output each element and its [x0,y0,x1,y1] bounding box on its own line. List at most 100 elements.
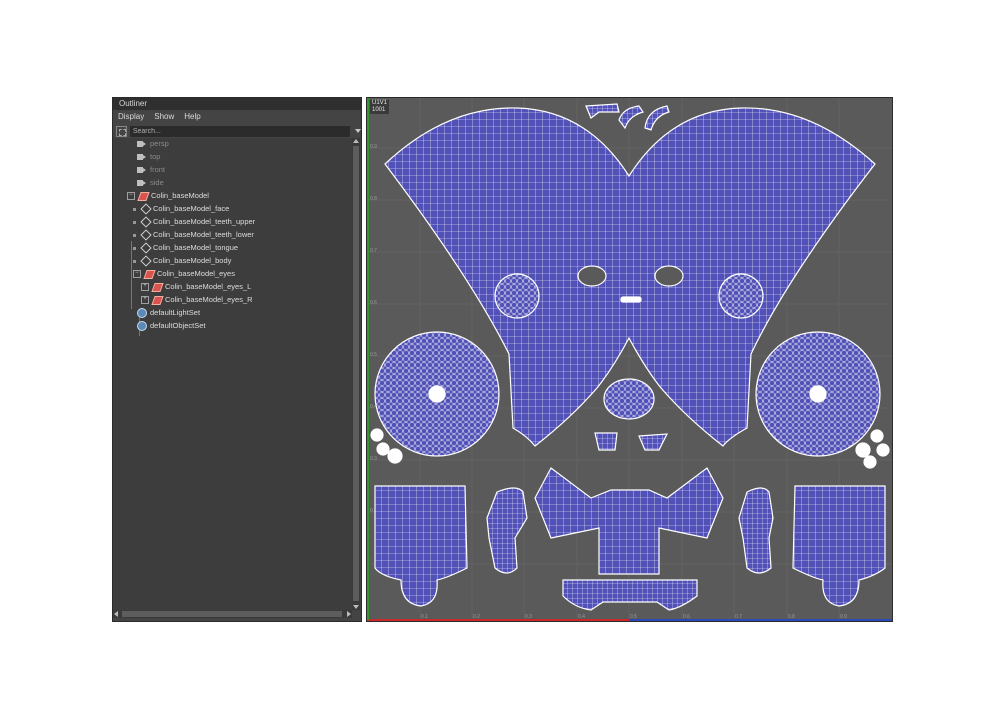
item-label: Colin_baseModel_body [153,256,232,265]
list-item[interactable]: − Colin_baseModel_eyes [133,268,235,280]
uv-shell-ear-right [718,273,764,319]
search-input[interactable] [129,125,350,137]
item-label: Colin_baseModel [151,191,209,200]
list-item[interactable]: − Colin_baseModel [127,190,209,202]
tree-dot-icon [133,246,136,250]
menu-help[interactable]: Help [184,110,200,124]
uv-shell-mouth [620,296,642,303]
group-icon [138,191,148,201]
uv-shell-teeth-lower [638,433,669,451]
list-item[interactable]: Colin_baseModel_face [133,203,229,215]
mesh-icon [140,217,150,227]
v-tick: 0.7 [370,248,377,254]
item-label: Colin_baseModel_eyes_L [165,282,252,291]
menu-display[interactable]: Display [118,110,144,124]
v-tick: 0.6 [370,300,377,306]
group-icon [152,282,162,292]
v-axis-ticks: 0.9 0.8 0.7 0.6 0.5 0.4 0.3 0.2 [370,144,377,514]
uv-shell-eyebrow-right-b [644,105,670,131]
item-label: top [150,152,161,161]
mesh-icon [140,256,150,266]
expand-icon[interactable]: + [141,283,149,291]
uv-shell-pupil-left [428,385,446,403]
list-item[interactable]: front [137,164,165,176]
outliner-tree: persp top front side − Colin_baseModel C… [113,138,352,610]
uv-shell-nose [603,378,655,420]
uv-shell-pupil-right [809,385,827,403]
list-item[interactable]: + Colin_baseModel_eyes_L [141,281,251,293]
object-set-icon [137,308,147,318]
list-item[interactable]: defaultLightSet [137,307,200,319]
uv-tile-label: U1V1 1001 [370,100,390,114]
uv-shell-cornea [863,455,877,469]
list-item[interactable]: Colin_baseModel_teeth_upper [133,216,255,228]
uv-shell-cornea [370,428,384,442]
item-label: Colin_baseModel_teeth_lower [153,230,254,239]
tree-dot-icon [133,207,136,211]
list-item[interactable]: persp [137,138,169,150]
uv-tile-name: U1V1 [372,100,388,106]
scroll-left-icon[interactable] [114,611,118,617]
collapse-icon[interactable]: − [127,192,135,200]
uv-shell-eye-hole-left [577,265,607,287]
uv-shell-leg-left [374,485,468,607]
object-set-icon [137,321,147,331]
item-label: front [150,165,166,174]
uv-shell-ear-left [494,273,540,319]
scroll-thumb[interactable] [353,146,359,601]
list-item[interactable]: side [137,177,164,189]
item-label: defaultLightSet [150,308,201,317]
uv-shell-cornea [376,442,390,456]
list-item[interactable]: Colin_baseModel_teeth_lower [133,229,254,241]
scroll-thumb[interactable] [122,611,342,617]
tree-dot-icon [133,233,136,237]
list-item[interactable]: + Colin_baseModel_eyes_R [141,294,253,306]
item-label: Colin_baseModel_tongue [153,243,239,252]
item-label: persp [150,139,169,148]
group-icon [152,295,162,305]
camera-icon [137,165,147,175]
vertical-scrollbar[interactable] [352,138,360,610]
item-label: Colin_baseModel_teeth_upper [153,217,256,226]
item-label: side [150,178,164,187]
item-label: defaultObjectSet [150,321,206,330]
uv-editor-viewport[interactable]: 0.9 0.8 0.7 0.6 0.5 0.4 0.3 0.2 0.1 0.2 … [366,97,893,622]
camera-icon [137,178,147,188]
uv-shell-cornea [855,442,871,458]
uv-shell-hand-left [486,487,528,574]
list-item[interactable]: top [137,151,160,163]
outliner-menubar: Display Show Help [113,110,361,124]
uv-canvas[interactable]: 0.9 0.8 0.7 0.6 0.5 0.4 0.3 0.2 0.1 0.2 … [367,98,892,621]
mesh-icon [140,243,150,253]
uv-shell-teeth-upper [594,432,618,451]
chevron-down-icon[interactable] [355,129,361,133]
v-tick: 0.9 [370,144,377,150]
horizontal-scrollbar[interactable] [113,610,352,618]
uv-shell-eyebrow-left [585,103,620,119]
collapse-icon[interactable]: − [133,270,141,278]
list-item[interactable]: defaultObjectSet [137,320,205,332]
item-label: Colin_baseModel_eyes_R [165,295,253,304]
scroll-down-icon[interactable] [353,605,359,609]
uv-shell-eyebrow-right [618,105,644,130]
filter-icon[interactable] [116,125,127,137]
list-item[interactable]: Colin_baseModel_tongue [133,242,238,254]
tree-dot-icon [133,259,136,263]
mesh-icon [140,230,150,240]
menu-show[interactable]: Show [154,110,174,124]
list-item[interactable]: Colin_baseModel_body [133,255,231,267]
camera-icon [137,152,147,162]
expand-icon[interactable]: + [141,296,149,304]
mesh-icon [140,204,150,214]
outliner-panel: Outliner Display Show Help persp top fro… [112,97,362,622]
scroll-up-icon[interactable] [353,139,359,143]
scroll-right-icon[interactable] [347,611,351,617]
tree-dot-icon [133,220,136,224]
v-tick: 0.5 [370,352,377,358]
uv-shell-cornea [387,448,403,464]
camera-icon [137,139,147,149]
search-row [113,124,361,138]
uv-shell-cornea [876,443,890,457]
uv-shell-hand-right [738,487,774,574]
uv-shell-waistband [562,579,698,611]
